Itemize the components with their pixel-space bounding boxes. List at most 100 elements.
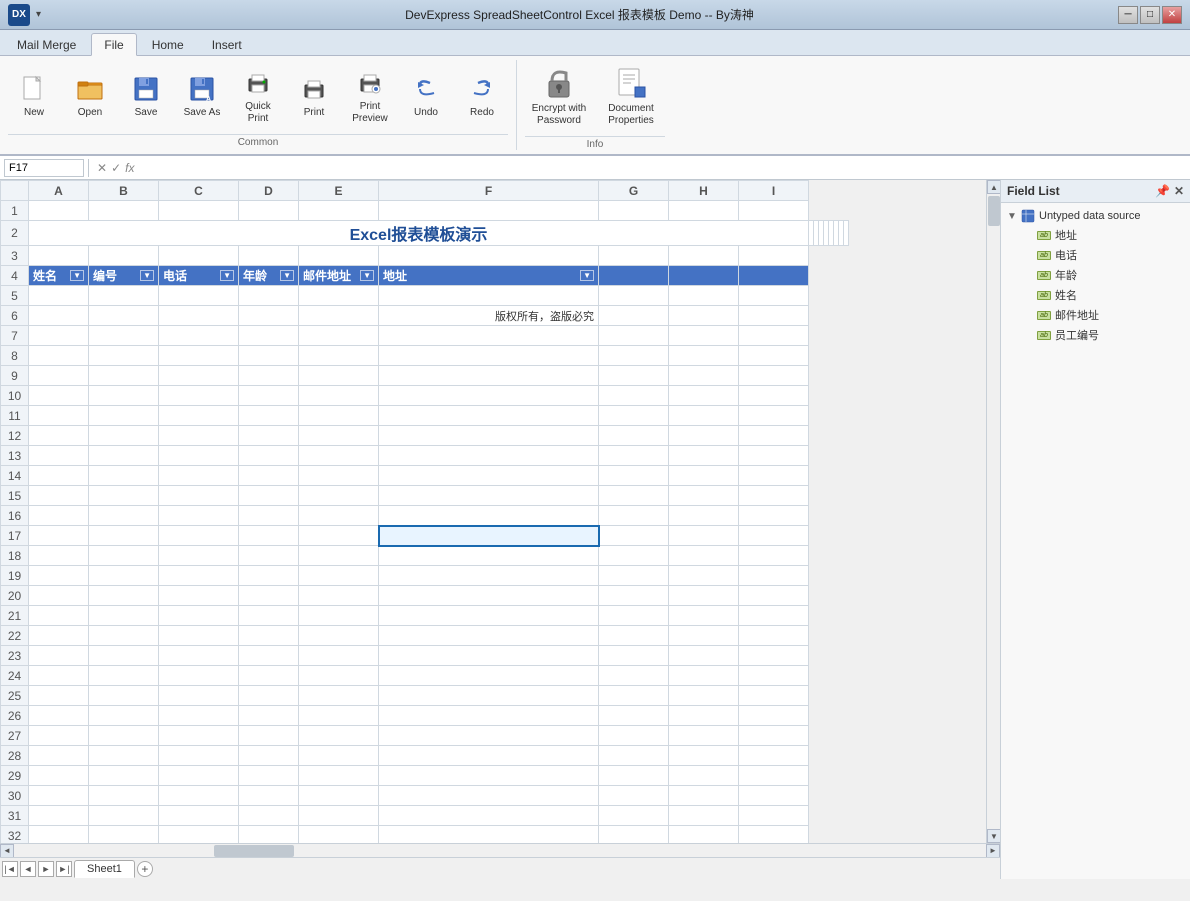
cell-C13[interactable] <box>159 446 239 466</box>
cell-I26[interactable] <box>739 706 809 726</box>
cell-G21[interactable] <box>599 606 669 626</box>
cell-E7[interactable] <box>299 326 379 346</box>
cell-D21[interactable] <box>239 606 299 626</box>
cell-D9[interactable] <box>239 366 299 386</box>
cell-A23[interactable] <box>29 646 89 666</box>
sheet-table-wrapper[interactable]: A B C D E F G H I 12Excel报表模板演示34姓名▼编号▼电… <box>0 180 986 843</box>
cell-C23[interactable] <box>159 646 239 666</box>
cell-B25[interactable] <box>89 686 159 706</box>
print-button[interactable]: Print <box>288 61 340 129</box>
cell-C20[interactable] <box>159 586 239 606</box>
cell-A11[interactable] <box>29 406 89 426</box>
cell-G7[interactable] <box>599 326 669 346</box>
cell-D30[interactable] <box>239 786 299 806</box>
cell-B30[interactable] <box>89 786 159 806</box>
cell-E32[interactable] <box>299 826 379 844</box>
cell-E13[interactable] <box>299 446 379 466</box>
add-sheet-button[interactable]: + <box>137 861 153 877</box>
cell-B29[interactable] <box>89 766 159 786</box>
cell-I15[interactable] <box>739 486 809 506</box>
hscroll-thumb[interactable] <box>214 845 294 857</box>
cell-B9[interactable] <box>89 366 159 386</box>
field-list-pin-button[interactable]: 📌 <box>1155 184 1170 198</box>
cell-D27[interactable] <box>239 726 299 746</box>
cell-H22[interactable] <box>669 626 739 646</box>
cell-D28[interactable] <box>239 746 299 766</box>
cell-G18[interactable] <box>599 546 669 566</box>
row-header-25[interactable]: 25 <box>1 686 29 706</box>
cell-C22[interactable] <box>159 626 239 646</box>
sheet-nav-first[interactable]: |◄ <box>2 861 18 877</box>
cell-H25[interactable] <box>669 686 739 706</box>
cell-H9[interactable] <box>669 366 739 386</box>
cell-F24[interactable] <box>379 666 599 686</box>
cell-F10[interactable] <box>379 386 599 406</box>
cell-I20[interactable] <box>739 586 809 606</box>
cell-E1[interactable] <box>299 201 379 221</box>
cell-G6[interactable] <box>599 306 669 326</box>
cell-G11[interactable] <box>599 406 669 426</box>
cell-B22[interactable] <box>89 626 159 646</box>
cell-C6[interactable] <box>159 306 239 326</box>
row-header-5[interactable]: 5 <box>1 286 29 306</box>
cell-I14[interactable] <box>739 466 809 486</box>
cell-E30[interactable] <box>299 786 379 806</box>
insert-function-icon[interactable]: fx <box>125 161 134 175</box>
col-header-g[interactable]: G <box>599 181 669 201</box>
tab-insert[interactable]: Insert <box>199 33 255 55</box>
cell-D18[interactable] <box>239 546 299 566</box>
cell-H19[interactable] <box>669 566 739 586</box>
cell-B10[interactable] <box>89 386 159 406</box>
row-header-6[interactable]: 6 <box>1 306 29 326</box>
cell-E31[interactable] <box>299 806 379 826</box>
cell-E23[interactable] <box>299 646 379 666</box>
cell-I16[interactable] <box>739 506 809 526</box>
cell-A32[interactable] <box>29 826 89 844</box>
cell-E11[interactable] <box>299 406 379 426</box>
cell-B31[interactable] <box>89 806 159 826</box>
cell-D29[interactable] <box>239 766 299 786</box>
field-item-1[interactable]: ab电话 <box>1001 245 1190 265</box>
cell-F3[interactable] <box>379 246 599 266</box>
cell-A9[interactable] <box>29 366 89 386</box>
row-header-23[interactable]: 23 <box>1 646 29 666</box>
cell-G31[interactable] <box>599 806 669 826</box>
cell-D32[interactable] <box>239 826 299 844</box>
row-header-10[interactable]: 10 <box>1 386 29 406</box>
cell-C11[interactable] <box>159 406 239 426</box>
cell-F17[interactable] <box>379 526 599 546</box>
cell-E6[interactable] <box>299 306 379 326</box>
cell-E21[interactable] <box>299 606 379 626</box>
tab-mail-merge[interactable]: Mail Merge <box>4 33 89 55</box>
cell-G25[interactable] <box>599 686 669 706</box>
close-button[interactable]: ✕ <box>1162 6 1182 24</box>
cell-H18[interactable] <box>669 546 739 566</box>
row-header-22[interactable]: 22 <box>1 626 29 646</box>
col-header-h[interactable]: H <box>669 181 739 201</box>
cell-A25[interactable] <box>29 686 89 706</box>
minimize-button[interactable]: ─ <box>1118 6 1138 24</box>
row-header-24[interactable]: 24 <box>1 666 29 686</box>
cell-G28[interactable] <box>599 746 669 766</box>
new-button[interactable]: New <box>8 61 60 129</box>
row-header-11[interactable]: 11 <box>1 406 29 426</box>
cell-I23[interactable] <box>739 646 809 666</box>
cell-G4[interactable] <box>599 266 669 286</box>
cell-I12[interactable] <box>739 426 809 446</box>
row-header-13[interactable]: 13 <box>1 446 29 466</box>
cell-E9[interactable] <box>299 366 379 386</box>
scroll-up-button[interactable]: ▲ <box>987 180 1000 194</box>
header-dropdown-C[interactable]: ▼ <box>220 270 234 281</box>
row-header-31[interactable]: 31 <box>1 806 29 826</box>
cell-C17[interactable] <box>159 526 239 546</box>
col-header-b[interactable]: B <box>89 181 159 201</box>
cell-F15[interactable] <box>379 486 599 506</box>
field-list-close-button[interactable]: ✕ <box>1174 184 1184 198</box>
cell-H3[interactable] <box>669 246 739 266</box>
cell-H21[interactable] <box>669 606 739 626</box>
save-as-button[interactable]: A Save As <box>176 61 228 129</box>
cell-C27[interactable] <box>159 726 239 746</box>
cell-I4[interactable] <box>739 266 809 286</box>
cell-F30[interactable] <box>379 786 599 806</box>
cell-G1[interactable] <box>599 201 669 221</box>
